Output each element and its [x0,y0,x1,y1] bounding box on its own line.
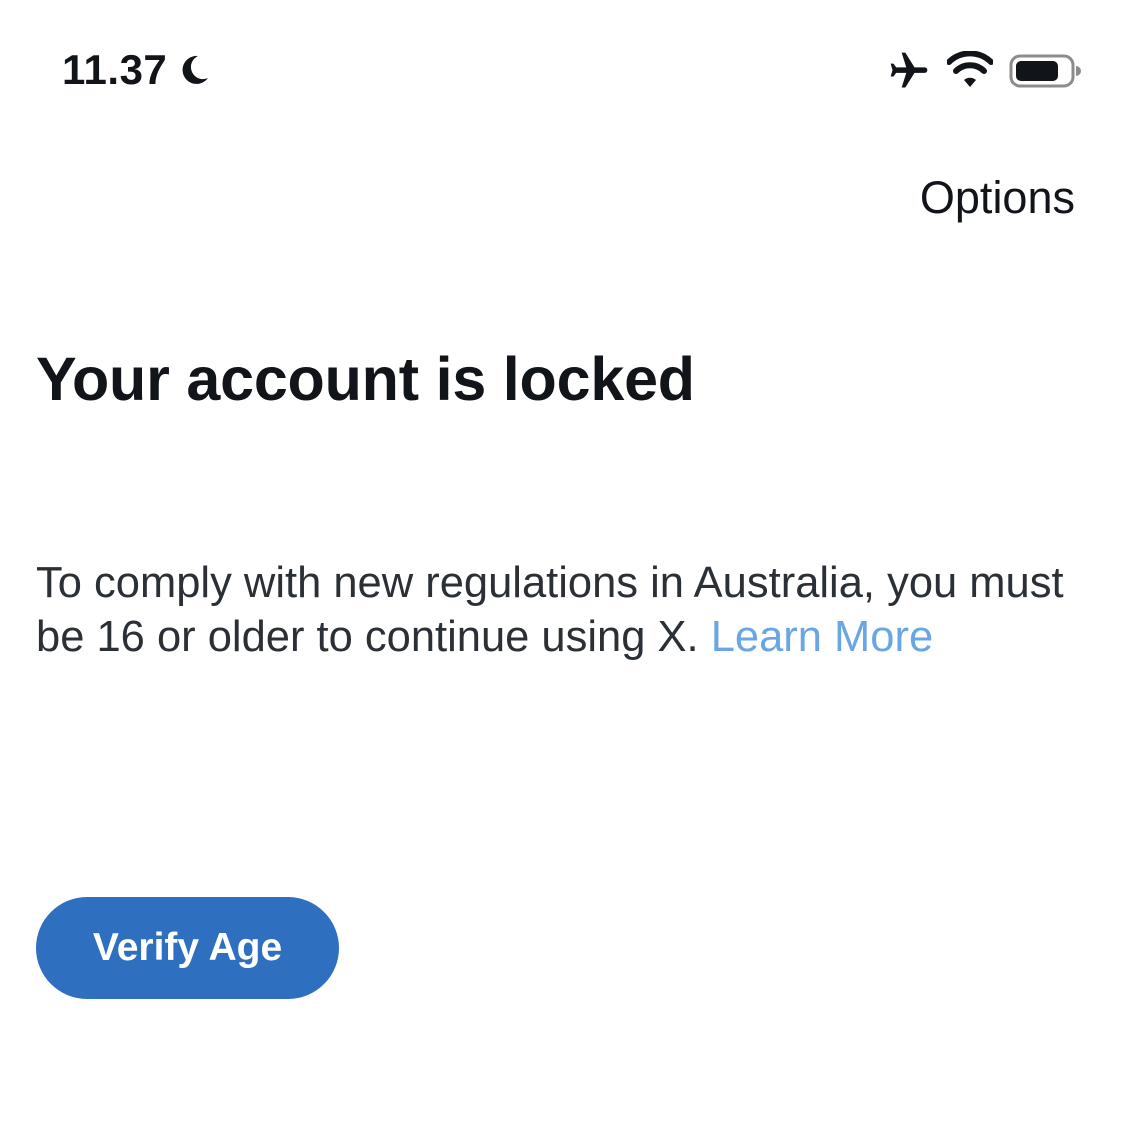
page-title: Your account is locked [36,345,695,413]
locked-message: To comply with new regulations in Austra… [36,556,1096,664]
learn-more-link[interactable]: Learn More [711,613,933,661]
airplane-icon [887,49,931,93]
verify-age-button[interactable]: Verify Age [36,897,339,999]
battery-icon [1009,53,1081,89]
status-icons [887,46,1081,96]
status-time: 11.37 [62,46,168,93]
wifi-icon [946,50,994,91]
status-bar: 11.37 [0,0,1125,140]
moon-icon [177,53,211,87]
options-button[interactable]: Options [920,172,1075,224]
battery-level-fill [1016,61,1058,81]
status-time-group: 11.37 [62,44,211,96]
